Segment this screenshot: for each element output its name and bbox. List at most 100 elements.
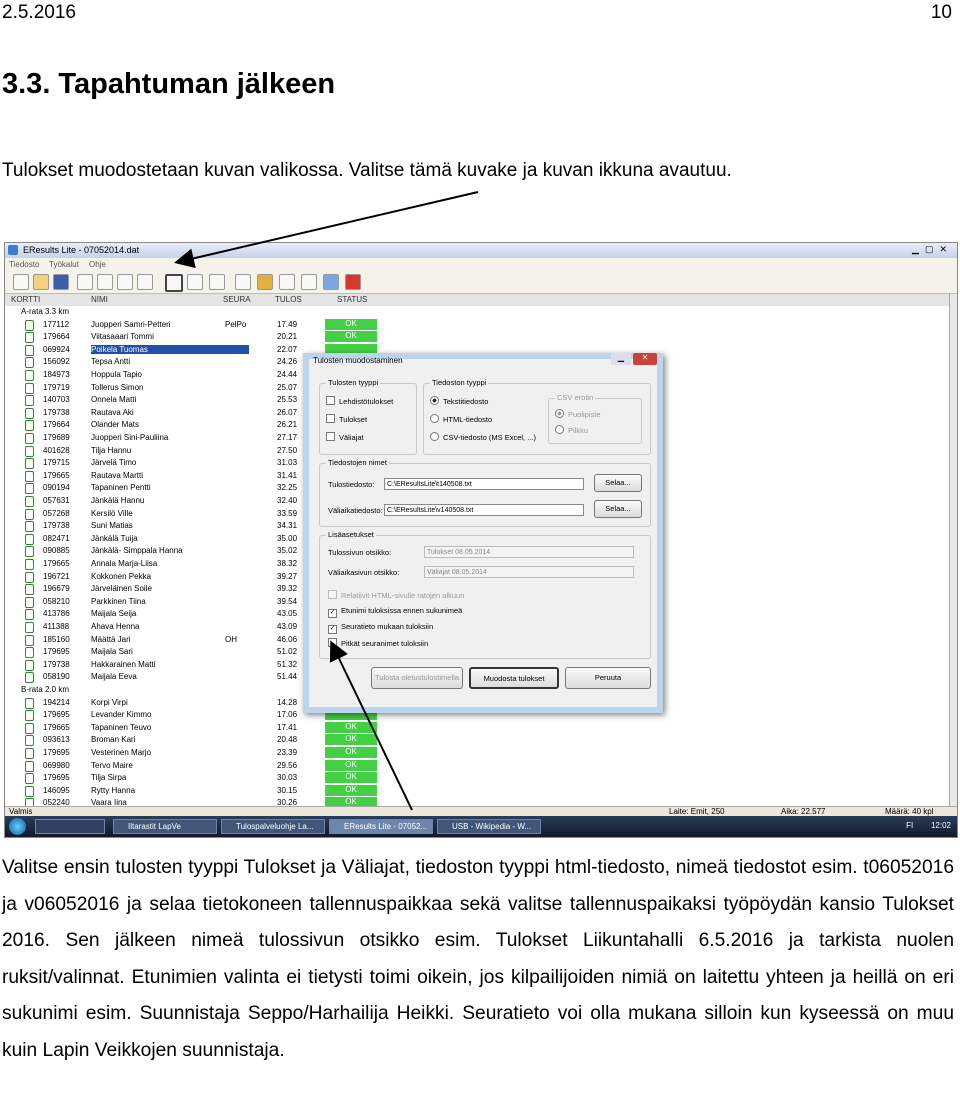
open-folder-icon[interactable] bbox=[33, 274, 49, 290]
split-title-input[interactable]: Väliajat 08.05.2014 bbox=[424, 566, 634, 578]
task-4[interactable]: USB - Wikipedia - W... bbox=[437, 819, 541, 834]
cell-card: 194214 bbox=[43, 697, 70, 707]
cell-result: 51.02 bbox=[277, 647, 298, 657]
col-result[interactable]: TULOS bbox=[275, 295, 302, 304]
checkbox-checked-icon[interactable]: ✓ bbox=[328, 625, 337, 634]
cell-card: 069924 bbox=[43, 344, 70, 354]
checkbox-icon[interactable] bbox=[328, 590, 337, 599]
gear-icon[interactable] bbox=[257, 274, 273, 290]
print-icon[interactable] bbox=[187, 274, 203, 290]
checkbox-checked-icon[interactable]: ✓ bbox=[328, 609, 337, 618]
check-longclub[interactable]: Pitkät seuranimet tuloksiin bbox=[328, 638, 428, 648]
create-results-button[interactable]: Muodosta tulokset bbox=[469, 667, 559, 689]
minimize-icon[interactable]: ▁ bbox=[611, 353, 631, 365]
print-default-button[interactable]: Tulosta oletustulostimella bbox=[371, 667, 463, 689]
checkbox-icon[interactable] bbox=[328, 638, 337, 647]
runner-icon bbox=[25, 697, 34, 709]
table-row[interactable]: 179695 Vesterinen Marjo 23.39 OK bbox=[5, 747, 949, 760]
vertical-scrollbar[interactable] bbox=[949, 294, 957, 806]
opt-press[interactable]: Lehdistötulokset bbox=[326, 396, 393, 406]
radio-icon[interactable] bbox=[555, 409, 564, 418]
bar-icon[interactable] bbox=[301, 274, 317, 290]
cell-name: Juopperi Samri-Petteri bbox=[91, 319, 171, 329]
table-row[interactable]: 179664 Viitasaaari Tommi 20.21 OK bbox=[5, 331, 949, 344]
task-2[interactable]: Tulospalveluohje La... bbox=[221, 819, 325, 834]
results-icon[interactable] bbox=[165, 274, 183, 292]
close-icon[interactable] bbox=[345, 274, 361, 290]
opt-text[interactable]: Tekstitiedosto bbox=[430, 396, 488, 406]
close-icon[interactable]: ✕ bbox=[633, 353, 657, 365]
cell-name: Rautava Martti bbox=[91, 470, 144, 480]
window-controls[interactable]: ▁▢✕ bbox=[912, 244, 953, 255]
runner-icon bbox=[25, 760, 34, 772]
chart-icon[interactable] bbox=[279, 274, 295, 290]
radio-icon[interactable] bbox=[430, 396, 439, 405]
opt-semicolon[interactable]: Puolipiste bbox=[555, 409, 601, 419]
tree-icon[interactable] bbox=[137, 274, 153, 290]
page-number: 10 bbox=[930, 2, 952, 23]
cell-result: 46.06 bbox=[277, 634, 298, 644]
cell-result: 26.07 bbox=[277, 407, 298, 417]
save-icon[interactable] bbox=[53, 274, 69, 290]
opt-results[interactable]: Tulokset bbox=[326, 414, 367, 424]
check-links[interactable]: Relatiivit HTML-sivulle ratojen alkuun bbox=[328, 590, 464, 600]
page-title-input[interactable]: Tulokset 08.05.2014 bbox=[424, 546, 634, 558]
opt-csv[interactable]: CSV-tiedosto (MS Excel, ...) bbox=[430, 432, 536, 442]
quicklaunch[interactable] bbox=[35, 819, 105, 834]
table-row[interactable]: 146095 Rytty Hanna 30.15 OK bbox=[5, 784, 949, 798]
table-row[interactable]: 179665 Tapaninen Teuvo 17.41 OK bbox=[5, 721, 949, 735]
tool-icon[interactable] bbox=[77, 274, 93, 290]
cell-card: 146095 bbox=[43, 785, 70, 795]
edit-icon[interactable] bbox=[117, 274, 133, 290]
check-club[interactable]: ✓ Seuratieto mukaan tuloksiin bbox=[328, 622, 433, 634]
cell-card: 090194 bbox=[43, 483, 70, 493]
checkbox-icon[interactable] bbox=[326, 396, 335, 405]
cell-status: OK bbox=[325, 772, 377, 784]
table-row[interactable]: 093613 Broman Kari 20.48 OK bbox=[5, 734, 949, 747]
menu-help[interactable]: Ohje bbox=[89, 260, 106, 269]
browse-split-button[interactable]: Selaa... bbox=[594, 500, 642, 518]
cell-card: 196679 bbox=[43, 584, 70, 594]
start-button[interactable] bbox=[9, 818, 26, 835]
export-icon[interactable] bbox=[235, 274, 251, 290]
radio-icon[interactable] bbox=[555, 425, 564, 434]
tray-lang[interactable]: FI bbox=[906, 821, 913, 830]
cell-result: 51.32 bbox=[277, 659, 298, 669]
check-firstname[interactable]: ✓ Etunimi tuloksissa ennen sukunimeä bbox=[328, 606, 462, 618]
checkbox-icon[interactable] bbox=[326, 432, 335, 441]
opt-comma[interactable]: Pilkku bbox=[555, 425, 588, 435]
group-row[interactable]: A-rata 3.3 km bbox=[5, 306, 949, 319]
result-file-input[interactable]: C:\EResultsLite\t140508.txt bbox=[384, 478, 584, 490]
table-row[interactable]: 069980 Tervo Maire 29.56 OK bbox=[5, 759, 949, 773]
menu-tools[interactable]: Työkalut bbox=[49, 260, 79, 269]
col-card[interactable]: KORTTI bbox=[11, 295, 40, 304]
menu-file[interactable]: Tiedosto bbox=[9, 260, 39, 269]
col-status[interactable]: STATUS bbox=[337, 295, 367, 304]
runner-icon bbox=[25, 735, 34, 747]
runner-icon bbox=[25, 559, 34, 570]
opt-html[interactable]: HTML-tiedosto bbox=[430, 414, 492, 424]
cell-result: 20.21 bbox=[277, 332, 298, 342]
task-3[interactable]: EResults Lite - 07052... bbox=[329, 819, 433, 834]
browse-result-button[interactable]: Selaa... bbox=[594, 474, 642, 492]
cut-icon[interactable] bbox=[97, 274, 113, 290]
table-row[interactable]: 179695 Tilja Sirpa 30.03 OK bbox=[5, 772, 949, 785]
web-icon[interactable] bbox=[323, 274, 339, 290]
checkbox-icon[interactable] bbox=[326, 414, 335, 423]
tray-clock[interactable]: 12:02 bbox=[931, 821, 951, 830]
radio-icon[interactable] bbox=[430, 414, 439, 423]
file-names-group: Tiedostojen nimet Tulostiedosto: C:\ERes… bbox=[319, 458, 651, 527]
new-file-icon[interactable] bbox=[13, 274, 29, 290]
cell-result: 27.50 bbox=[277, 445, 298, 455]
radio-icon[interactable] bbox=[430, 432, 439, 441]
cancel-button[interactable]: Peruuta bbox=[565, 667, 651, 689]
cell-result: 39.54 bbox=[277, 596, 298, 606]
copy-icon[interactable] bbox=[209, 274, 225, 290]
opt-splits[interactable]: Väliajat bbox=[326, 432, 364, 442]
split-file-input[interactable]: C:\EResultsLite\v140508.txt bbox=[384, 504, 584, 516]
col-name[interactable]: NIMI bbox=[91, 295, 108, 304]
col-club[interactable]: SEURA bbox=[223, 295, 251, 304]
task-1[interactable]: Iltarastit LapVe bbox=[113, 819, 217, 834]
cell-card: 179695 bbox=[43, 748, 70, 757]
table-row[interactable]: 177112 Juopperi Samri-Petteri PelPo 17.49 OK bbox=[5, 318, 949, 332]
